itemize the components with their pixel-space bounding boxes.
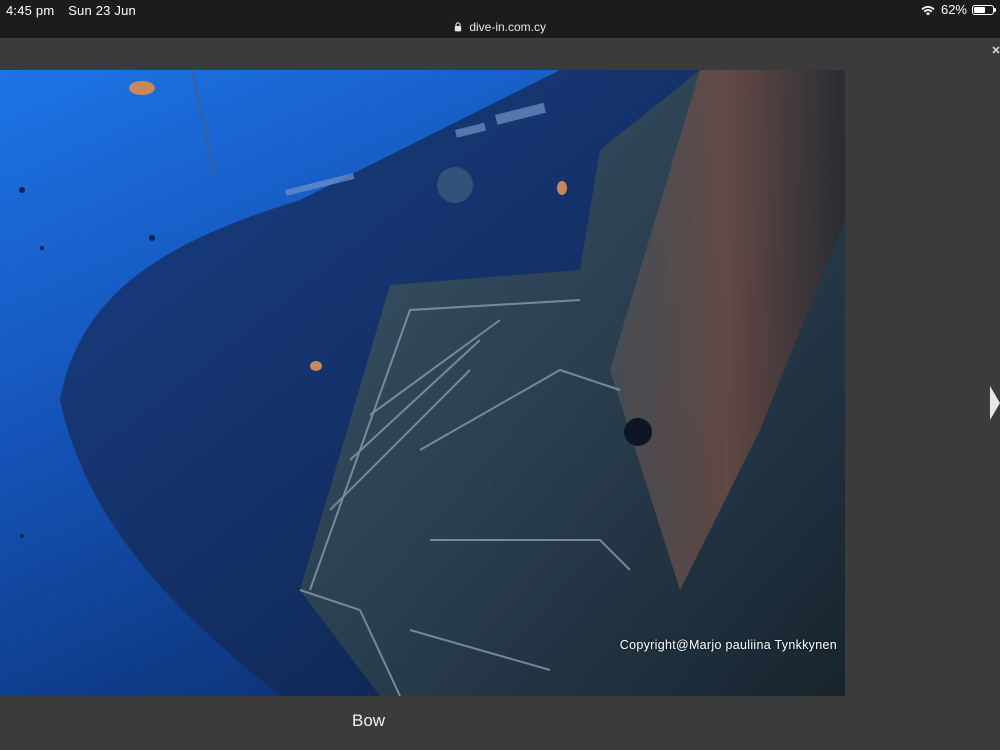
wifi-icon [921,5,935,15]
battery-icon [972,4,996,15]
url-bar[interactable]: dive-in.com.cy [0,20,1000,38]
photo-caption: Bow [352,711,386,730]
status-bar: 4:45 pm Sun 23 Jun 62% [0,0,1000,20]
close-icon[interactable] [992,45,1000,59]
battery-fill [974,6,986,13]
status-right: 62% [920,2,996,17]
url-text[interactable]: dive-in.com.cy [469,20,546,34]
copyright-text: Copyright@Marjo pauliina Tynkkynen [619,638,837,652]
chevron-right-icon[interactable] [990,386,1000,420]
status-date: Sun 23 Jun [68,3,136,18]
wreck-photo: Copyright@Marjo pauliina Tynkkynen [0,70,845,696]
battery-percent: 62% [940,2,967,17]
lock-icon [454,22,462,32]
wreck-photo-image [0,70,845,696]
status-left: 4:45 pm Sun 23 Jun [6,3,146,18]
status-time: 4:45 pm [6,3,55,18]
